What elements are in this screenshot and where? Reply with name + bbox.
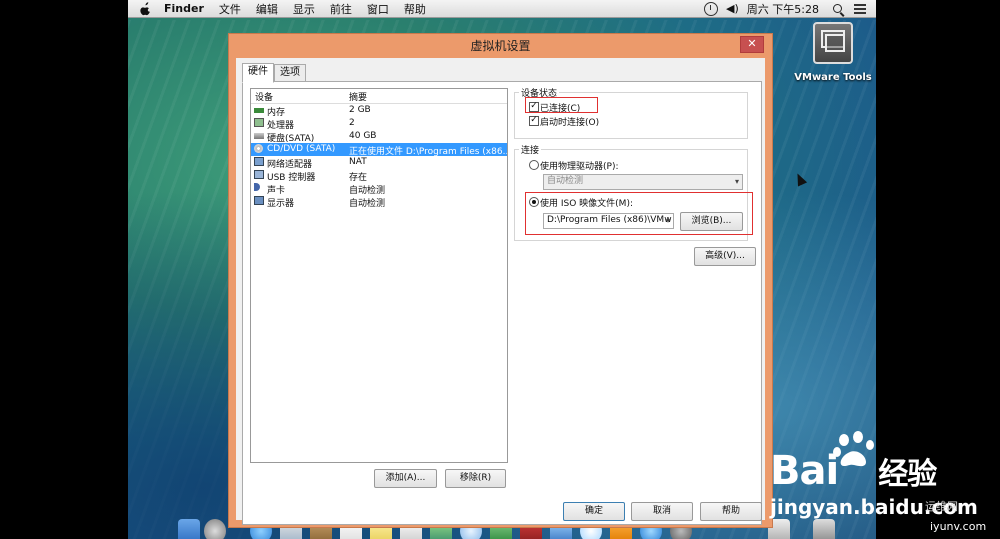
network-icon: [254, 157, 264, 166]
harddisk-icon: [254, 133, 264, 139]
device-row-cddvd[interactable]: CD/DVD (SATA) 正在使用文件 D:\Program Files (x…: [251, 143, 507, 157]
column-device[interactable]: 设备: [255, 90, 273, 103]
advanced-button[interactable]: 高级(V)...: [694, 247, 756, 266]
device-row-display[interactable]: 显示器 自动检测: [251, 195, 507, 209]
memory-icon: [254, 108, 264, 113]
device-summary: NAT: [349, 157, 367, 167]
watermark-brand-bai: Bai: [770, 448, 839, 494]
device-row-usb[interactable]: USB 控制器 存在: [251, 169, 507, 183]
device-summary: 2: [349, 118, 355, 128]
device-row-harddisk[interactable]: 硬盘(SATA) 40 GB: [251, 130, 507, 144]
mouse-cursor-icon: [792, 171, 808, 187]
desktop-icon-label: VMware Tools: [794, 72, 872, 83]
device-row-processor[interactable]: 处理器 2: [251, 117, 507, 131]
device-summary: 40 GB: [349, 131, 377, 141]
menubar-clock[interactable]: 周六 下午5:28: [747, 1, 819, 17]
menu-view[interactable]: 显示: [293, 1, 315, 17]
connect-on-power-checkbox[interactable]: ✓: [529, 116, 539, 126]
device-list[interactable]: 设备 摘要 内存 2 GB 处理器 2 硬盘(SATA) 40 GB CD/DV…: [250, 88, 508, 463]
menu-edit[interactable]: 编辑: [256, 1, 278, 17]
connect-on-power-label[interactable]: 启动时连接(O): [540, 115, 599, 128]
tab-options[interactable]: 选项: [274, 64, 306, 82]
device-list-header: 设备 摘要: [251, 89, 507, 104]
watermark-site-url: iyunv.com: [930, 520, 987, 533]
close-button[interactable]: ✕: [740, 36, 764, 53]
device-name: 显示器: [267, 199, 295, 209]
baidu-watermark: Bai 经验 jingyan.baidu.com 运维网 iyunv.com: [760, 430, 1000, 539]
cd-icon: [254, 144, 263, 153]
hardware-panel: 设备 摘要 内存 2 GB 处理器 2 硬盘(SATA) 40 GB CD/DV…: [242, 81, 762, 525]
cancel-button[interactable]: 取消: [631, 502, 693, 521]
physical-drive-select: 自动检测 ▾: [543, 174, 743, 190]
tab-hardware[interactable]: 硬件: [242, 63, 274, 83]
device-summary: 自动检测: [349, 199, 386, 209]
menu-go[interactable]: 前往: [330, 1, 352, 17]
dock-launchpad-icon[interactable]: [204, 519, 226, 539]
menu-window[interactable]: 窗口: [367, 1, 389, 17]
usb-icon: [254, 170, 264, 179]
speaker-icon: [254, 183, 260, 191]
column-summary[interactable]: 摘要: [349, 90, 367, 103]
device-name: CD/DVD (SATA): [267, 144, 336, 154]
menu-file[interactable]: 文件: [219, 1, 241, 17]
vm-settings-dialog: 虚拟机设置 ✕ 硬件 选项 设备 摘要 内存 2 GB 处理器 2 硬盘(SAT…: [228, 33, 773, 528]
help-button[interactable]: 帮助: [700, 502, 762, 521]
time-machine-icon[interactable]: [704, 1, 719, 16]
add-device-button[interactable]: 添加(A)...: [374, 469, 437, 488]
apple-icon[interactable]: [138, 1, 152, 16]
dialog-client-area: 硬件 选项 设备 摘要 内存 2 GB 处理器 2 硬盘(SATA) 40 GB…: [236, 58, 765, 525]
menu-bar: Finder 文件 编辑 显示 前往 窗口 帮助 ◀) 周六 下午5:28: [128, 0, 876, 18]
highlight-iso-box: [525, 192, 753, 235]
watermark-site-name: 运维网: [925, 500, 958, 513]
physical-drive-radio[interactable]: [529, 160, 539, 170]
menu-help[interactable]: 帮助: [404, 1, 426, 17]
physical-drive-value: 自动检测: [547, 176, 584, 186]
monitor-icon: [254, 196, 264, 205]
drive-icon: [813, 22, 853, 64]
baidu-paw-icon: [833, 431, 874, 467]
spotlight-search-icon[interactable]: [833, 4, 842, 13]
remove-device-button[interactable]: 移除(R): [445, 469, 506, 488]
device-row-network[interactable]: 网络适配器 NAT: [251, 156, 507, 170]
watermark-brand-jingyan: 经验: [878, 457, 937, 492]
highlight-connected-box: [525, 97, 598, 113]
desktop-icon-vmware-tools[interactable]: VMware Tools: [793, 22, 873, 83]
connection-title: 连接: [519, 143, 542, 156]
physical-drive-label[interactable]: 使用物理驱动器(P):: [540, 159, 618, 172]
dock-finder-icon[interactable]: [178, 519, 200, 539]
dialog-title: 虚拟机设置: [470, 39, 531, 53]
volume-icon[interactable]: ◀): [726, 2, 739, 15]
chevron-down-icon: ▾: [734, 177, 739, 186]
device-summary: 2 GB: [349, 105, 371, 115]
menu-finder[interactable]: Finder: [164, 2, 204, 15]
processor-icon: [254, 118, 264, 127]
ok-button[interactable]: 确定: [563, 502, 625, 521]
device-row-sound[interactable]: 声卡 自动检测: [251, 182, 507, 196]
notification-list-icon[interactable]: [854, 3, 866, 14]
device-row-memory[interactable]: 内存 2 GB: [251, 104, 507, 118]
